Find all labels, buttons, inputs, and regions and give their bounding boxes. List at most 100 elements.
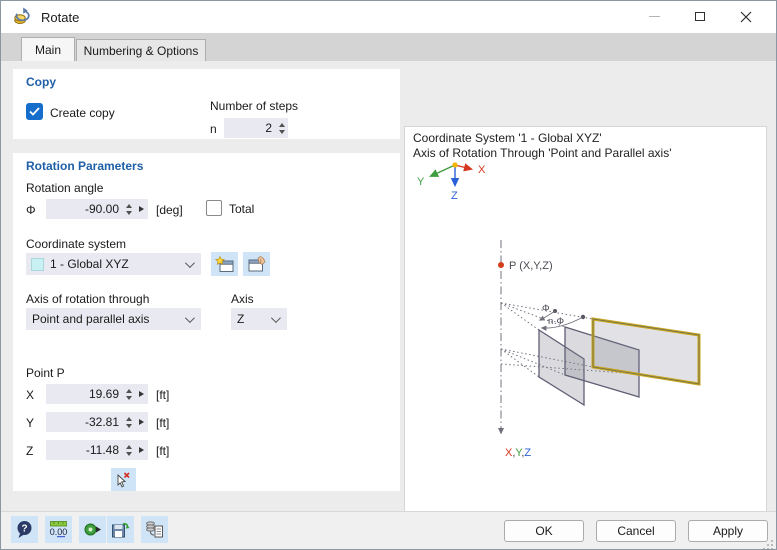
spin-down-button[interactable]: [126, 451, 132, 456]
title-bar: Rotate: [1, 1, 776, 33]
rotated-planes: [538, 317, 701, 407]
point-z-input[interactable]: -11.48: [46, 440, 148, 460]
field-expand-button[interactable]: [135, 440, 148, 460]
rotation-schematic: X Y Z P (X,Y,Z) Φ n·Φ X,Y,Z: [417, 162, 701, 459]
point-x-spinner: [123, 384, 135, 404]
create-copy-label: Create copy: [50, 106, 115, 120]
copy-section: Copy Create copy Number of steps n 2: [13, 69, 400, 139]
coordinate-system-value: 1 - Global XYZ: [50, 257, 129, 271]
point-x-unit: [ft]: [156, 388, 170, 402]
rotation-angle-input[interactable]: -90.00: [46, 199, 148, 219]
angle-annotations: Φ n·Φ: [538, 303, 586, 331]
number-of-steps-label: Number of steps: [210, 99, 299, 113]
spin-up-button[interactable]: [126, 444, 132, 449]
axis-through-value: Point and parallel axis: [32, 312, 150, 326]
create-copy-checkbox[interactable]: [26, 103, 43, 120]
triad-icon: X Y Z: [417, 162, 486, 202]
minimize-icon: [648, 16, 660, 17]
spin-down-button[interactable]: [126, 423, 132, 428]
spin-up-button[interactable]: [126, 388, 132, 393]
n-label: n: [210, 122, 217, 136]
transfer-settings-button[interactable]: [141, 516, 168, 543]
help-button[interactable]: ?: [11, 516, 38, 543]
n-spinner: [276, 118, 288, 138]
rotate-icon: [14, 7, 30, 24]
close-icon: [740, 11, 752, 22]
preview-point-label: P (X,Y,Z): [509, 260, 553, 272]
minimize-button[interactable]: [631, 1, 677, 32]
chevron-down-icon: [184, 312, 195, 323]
spin-down-button[interactable]: [126, 395, 132, 400]
phi-unit: [deg]: [156, 203, 183, 217]
point-z-unit: [ft]: [156, 444, 170, 458]
axis-xyz-label: X,Y,Z: [505, 447, 531, 459]
point-p-label: Point P: [26, 366, 65, 380]
edit-coordinate-system-button[interactable]: [243, 252, 270, 276]
field-expand-button[interactable]: [135, 384, 148, 404]
spin-up-button[interactable]: [126, 416, 132, 421]
point-x-input[interactable]: 19.69: [46, 384, 148, 404]
spin-down-button[interactable]: [126, 210, 132, 215]
axis-dropdown[interactable]: Z: [231, 308, 287, 330]
copy-header: Copy: [26, 75, 56, 89]
field-expand-button[interactable]: [135, 412, 148, 432]
point-z-value: -11.48: [85, 443, 119, 457]
apply-label: Apply: [712, 524, 744, 538]
tab-strip: Main Numbering & Options: [1, 33, 776, 61]
pick-cursor-icon: [117, 472, 130, 488]
rotate-dialog: Rotate Main Numbering & Options Copy Cre…: [0, 0, 777, 550]
spin-down-button[interactable]: [279, 129, 285, 134]
rotation-parameters-header: Rotation Parameters: [26, 159, 144, 173]
tab-numbering-options[interactable]: Numbering & Options: [76, 39, 206, 61]
phi-annotation: Φ: [542, 303, 550, 314]
resize-grip[interactable]: [763, 539, 774, 550]
set-default-button[interactable]: [79, 516, 106, 543]
coordinate-system-label: Coordinate system: [26, 237, 127, 251]
coordinate-system-dropdown[interactable]: 1 - Global XYZ: [26, 253, 201, 275]
ok-button[interactable]: OK: [504, 520, 584, 542]
n-phi-annotation: n·Φ: [548, 316, 564, 327]
transfer-icon: [146, 521, 163, 538]
units-settings-button[interactable]: 0.00: [45, 516, 72, 543]
point-x-value: 19.69: [88, 387, 119, 401]
point-y-value: -32.81: [84, 415, 119, 429]
set-default-icon: [84, 523, 101, 536]
phi-symbol: Φ: [26, 203, 36, 217]
triad-z-label: Z: [451, 190, 458, 202]
save-default-button[interactable]: [107, 516, 134, 543]
units-icon-text: 0.00: [50, 527, 68, 537]
edit-window-icon: [248, 255, 266, 271]
spin-up-button[interactable]: [279, 122, 285, 127]
units-icon: 0.00: [50, 521, 68, 538]
phi-value: -90.00: [84, 202, 119, 216]
n-value: 2: [265, 121, 272, 135]
check-icon: [29, 107, 40, 116]
point-y-input[interactable]: -32.81: [46, 412, 148, 432]
dialog-content: Copy Create copy Number of steps n 2 Rot…: [1, 61, 776, 549]
point-y-label: Y: [26, 416, 35, 430]
point-z-label: Z: [26, 444, 34, 458]
cancel-button[interactable]: Cancel: [596, 520, 676, 542]
spin-up-button[interactable]: [126, 203, 132, 208]
new-window-icon: [215, 255, 234, 272]
new-coordinate-system-button[interactable]: [211, 252, 238, 276]
tab-main[interactable]: Main: [21, 37, 75, 61]
expand-arrow-icon: [139, 206, 144, 212]
field-expand-button[interactable]: [135, 199, 148, 219]
n-input[interactable]: 2: [224, 118, 288, 138]
expand-arrow-icon: [139, 391, 144, 397]
point-y-spinner: [123, 412, 135, 432]
save-icon: [112, 523, 130, 538]
phi-spinner: [123, 199, 135, 219]
total-checkbox[interactable]: [206, 200, 222, 216]
coordinate-system-color-swatch: [31, 257, 44, 271]
maximize-button[interactable]: [677, 1, 723, 32]
help-icon: ?: [17, 521, 32, 538]
pick-point-button[interactable]: [111, 468, 136, 491]
ok-label: OK: [535, 524, 553, 538]
axis-through-label: Axis of rotation through: [26, 292, 150, 306]
axis-through-dropdown[interactable]: Point and parallel axis: [26, 308, 201, 330]
apply-button[interactable]: Apply: [688, 520, 768, 542]
close-button[interactable]: [723, 1, 769, 32]
total-label: Total: [229, 202, 255, 216]
